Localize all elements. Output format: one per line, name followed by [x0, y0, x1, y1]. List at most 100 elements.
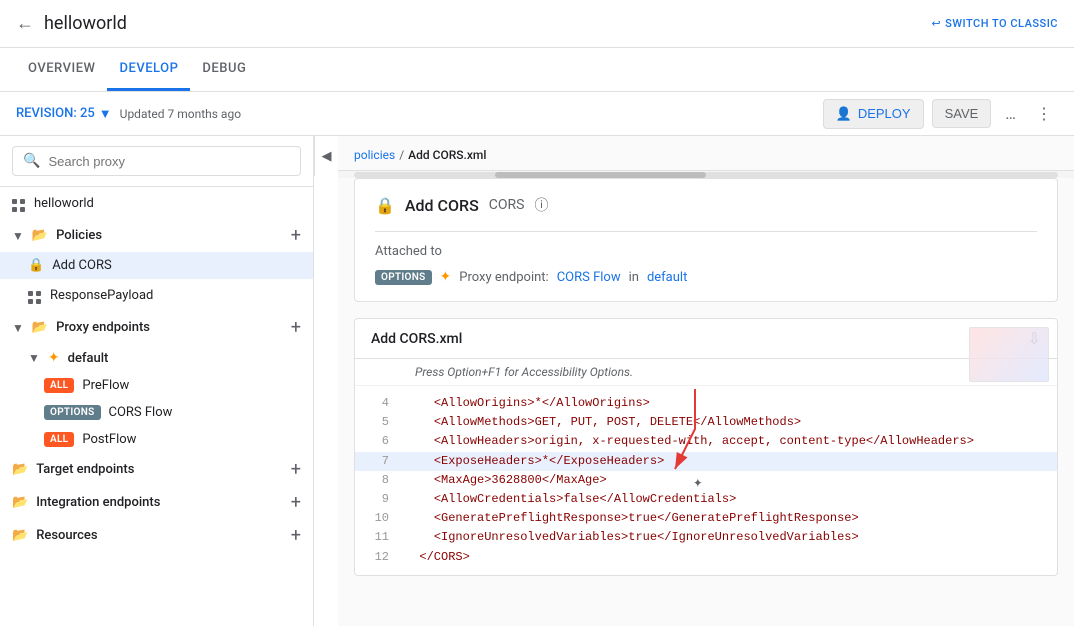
attached-to-label: Attached to	[375, 244, 1037, 259]
code-line: 10 <GeneratePreflightResponse>true</Gene…	[355, 509, 1057, 528]
sidebar-section-policies[interactable]: ▼ 📂 Policies +	[0, 219, 313, 252]
breadcrumb: policies / Add CORS.xml	[338, 136, 1074, 170]
save-button[interactable]: SAVE	[932, 99, 992, 128]
folder-icon-resources: 📂	[12, 528, 28, 543]
sparkle-icon: ✦	[693, 471, 703, 497]
deploy-button[interactable]: 👤 DEPLOY	[823, 99, 924, 129]
line-number: 5	[355, 413, 405, 432]
sidebar-section-resources[interactable]: 📂 Resources +	[0, 519, 313, 552]
line-content: <AllowOrigins>*</AllowOrigins>	[405, 394, 1057, 413]
policy-card: 🔒 Add CORS CORS ⓘ Attached to OPTIONS ✦ …	[354, 178, 1058, 302]
line-content: <AllowMethods>GET, PUT, POST, DELETE</Al…	[405, 413, 1057, 432]
h-scroll-track	[354, 172, 1058, 178]
sidebar-section-integration-endpoints[interactable]: 📂 Integration endpoints +	[0, 486, 313, 519]
cors-flow-label: CORS Flow	[109, 405, 173, 420]
sidebar: 🔍 helloworld ▼ 📂 Policies +	[0, 136, 314, 626]
code-line: 8✦ <MaxAge>3628800</MaxAge>	[355, 471, 1057, 490]
chevron-down-icon: ▼	[12, 229, 24, 243]
add-target-endpoint-button[interactable]: +	[291, 459, 301, 480]
sidebar-item-app[interactable]: helloworld	[0, 187, 313, 219]
default-label: default	[68, 351, 109, 366]
revision-left: REVISION: 25 ▼ Updated 7 months ago	[16, 106, 241, 122]
postflow-label: PostFlow	[82, 432, 136, 447]
add-proxy-endpoint-button[interactable]: +	[291, 317, 301, 338]
line-content: <MaxAge>3628800</MaxAge>	[405, 471, 1057, 490]
add-policy-button[interactable]: +	[291, 225, 301, 246]
code-minimap	[969, 327, 1049, 382]
line-content: </CORS>	[405, 548, 1057, 567]
tab-develop[interactable]: DEVELOP	[107, 48, 190, 91]
integration-endpoints-label: Integration endpoints	[36, 495, 160, 510]
code-line: 12 </CORS>	[355, 548, 1057, 567]
line-number: 7	[355, 452, 405, 471]
badge-options-cors: OPTIONS	[44, 405, 101, 420]
switch-classic-icon: ↩	[931, 17, 941, 30]
line-content: <AllowCredentials>false</AllowCredential…	[405, 490, 1057, 509]
sidebar-collapse-toggle[interactable]: ◀	[314, 136, 338, 176]
breadcrumb-current: Add CORS.xml	[408, 148, 486, 162]
code-line: 9 <AllowCredentials>false</AllowCredenti…	[355, 490, 1057, 509]
target-endpoints-left: 📂 Target endpoints	[12, 462, 134, 477]
top-bar: ← helloworld ↩ SWITCH TO CLASSIC	[0, 0, 1074, 48]
line-number: 9	[355, 490, 405, 509]
app-label: helloworld	[34, 196, 94, 211]
h-scroll-thumb[interactable]	[495, 172, 706, 178]
resources-label: Resources	[36, 528, 97, 543]
folder-icon-proxy: 📂	[32, 320, 48, 335]
policy-title: Add CORS	[405, 196, 479, 215]
revision-updated: Updated 7 months ago	[120, 107, 241, 121]
folder-icon-target: 📂	[12, 462, 28, 477]
sidebar-item-preflow[interactable]: ALL PreFlow	[0, 372, 313, 399]
h-scrollbar[interactable]	[338, 170, 1074, 178]
switch-to-classic-button[interactable]: ↩ SWITCH TO CLASSIC	[931, 17, 1058, 30]
line-content: <IgnoreUnresolvedVariables>true</IgnoreU…	[405, 528, 1057, 547]
grid-icon	[12, 193, 26, 213]
line-content: <AllowHeaders>origin, x-requested-with, …	[405, 432, 1057, 451]
badge-all-preflow: ALL	[44, 378, 74, 393]
default-left: ▼ ✦ default	[28, 350, 108, 366]
collapse-icon: ◀	[322, 149, 332, 164]
line-number: 12	[355, 548, 405, 567]
folder-icon-integration: 📂	[12, 495, 28, 510]
search-box: 🔍	[0, 136, 313, 187]
sidebar-item-cors-flow[interactable]: OPTIONS CORS Flow	[0, 399, 313, 426]
code-editor-title: Add CORS.xml	[371, 331, 462, 347]
sidebar-item-response-payload[interactable]: ResponsePayload	[0, 279, 313, 311]
policies-label: Policies	[56, 228, 102, 243]
more-options-button[interactable]: …	[999, 98, 1022, 129]
revision-label[interactable]: REVISION: 25 ▼	[16, 106, 112, 122]
breadcrumb-separator: /	[399, 148, 404, 162]
revision-bar: REVISION: 25 ▼ Updated 7 months ago 👤 DE…	[0, 92, 1074, 136]
tab-overview[interactable]: OVERVIEW	[16, 48, 107, 91]
in-label: in	[629, 270, 639, 285]
code-line: 6 <AllowHeaders>origin, x-requested-with…	[355, 432, 1057, 451]
code-line: 5 <AllowMethods>GET, PUT, POST, DELETE</…	[355, 413, 1057, 432]
code-area[interactable]: 4 <AllowOrigins>*</AllowOrigins>5 <Allow…	[355, 386, 1057, 575]
sidebar-item-postflow[interactable]: ALL PostFlow	[0, 426, 313, 453]
sidebar-item-default[interactable]: ▼ ✦ default	[0, 344, 313, 372]
content-area: policies / Add CORS.xml 🔒 Add CORS CORS …	[338, 136, 1074, 626]
code-editor-header: Add CORS.xml ⇩	[355, 319, 1057, 359]
sidebar-section-proxy-endpoints[interactable]: ▼ 📂 Proxy endpoints +	[0, 311, 313, 344]
nav-tabs: OVERVIEW DEVELOP DEBUG	[0, 48, 1074, 92]
proxy-endpoints-label: Proxy endpoints	[56, 320, 150, 335]
main-layout: 🔍 helloworld ▼ 📂 Policies +	[0, 136, 1074, 626]
breadcrumb-policies[interactable]: policies	[354, 148, 395, 162]
back-icon[interactable]: ←	[16, 13, 34, 34]
default-link[interactable]: default	[647, 270, 687, 285]
top-bar-right: ↩ SWITCH TO CLASSIC	[931, 17, 1058, 30]
sidebar-section-target-endpoints[interactable]: 📂 Target endpoints +	[0, 453, 313, 486]
info-icon[interactable]: ⓘ	[534, 195, 548, 215]
search-icon: 🔍	[23, 153, 40, 169]
cors-flow-link[interactable]: CORS Flow	[557, 270, 621, 285]
add-integration-endpoint-button[interactable]: +	[291, 492, 301, 513]
search-input-wrap[interactable]: 🔍	[12, 146, 301, 176]
kebab-menu-button[interactable]: ⋮	[1030, 98, 1058, 129]
add-resource-button[interactable]: +	[291, 525, 301, 546]
tab-debug[interactable]: DEBUG	[190, 48, 258, 91]
grid-icon-policy	[28, 285, 42, 305]
asterisk-icon: ✦	[48, 350, 60, 366]
sidebar-item-add-cors[interactable]: 🔒 Add CORS	[0, 252, 313, 279]
search-input[interactable]	[48, 154, 290, 169]
line-content: <ExposeHeaders>*</ExposeHeaders>	[405, 452, 1057, 471]
